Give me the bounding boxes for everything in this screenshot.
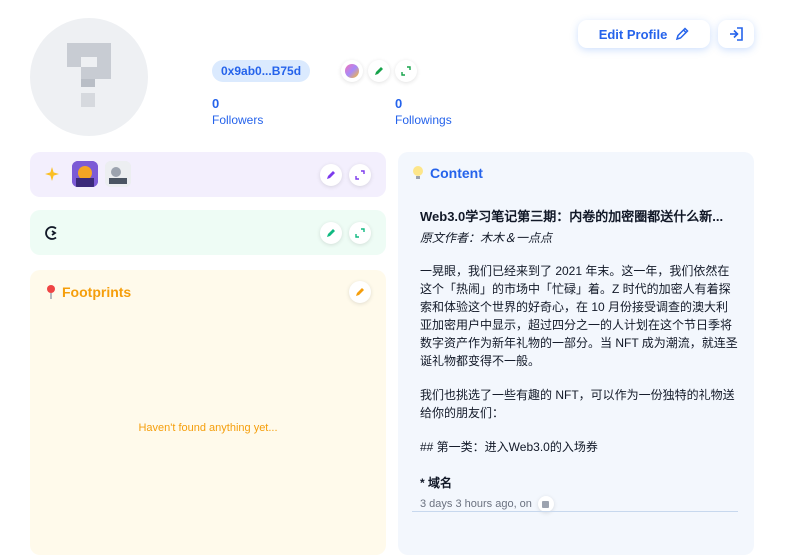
followings-count: 0 — [395, 96, 403, 111]
post-paragraph: 我们也挑选了一些有趣的 NFT，可以作为一份独特的礼物送给你的朋友们： — [420, 388, 735, 420]
expand-button[interactable] — [349, 164, 371, 186]
followings-stat[interactable]: 0 Followings — [395, 96, 452, 128]
edit-button[interactable] — [349, 281, 371, 303]
wallet-address[interactable]: 0x9ab0...B75d — [212, 60, 311, 82]
edit-icon — [327, 171, 335, 179]
edit-icon — [327, 229, 335, 237]
expand-icon — [355, 170, 365, 180]
pencil-icon — [676, 27, 689, 41]
nft-card — [30, 152, 386, 197]
nft-thumbnail[interactable] — [72, 161, 98, 187]
followers-count: 0 — [212, 96, 220, 111]
post-title[interactable]: Web3.0学习笔记第三期：内卷的加密圈都送什么新... — [420, 206, 738, 225]
content-card: Content Web3.0学习笔记第三期：内卷的加密圈都送什么新... 原文作… — [398, 152, 754, 555]
content-heading: Content — [412, 165, 483, 181]
edit-button[interactable] — [320, 222, 342, 244]
edit-icon — [356, 288, 364, 296]
platform-icon[interactable] — [537, 496, 554, 512]
crescent-logo-icon — [45, 226, 57, 240]
edit-button[interactable] — [320, 164, 342, 186]
post-author: 原文作者：木木＆一点点 — [420, 231, 553, 245]
edit-profile-button[interactable]: Edit Profile — [578, 20, 710, 48]
post-meta: 3 days 3 hours ago, on — [420, 496, 738, 512]
activity-card — [30, 210, 386, 255]
divider — [412, 511, 738, 512]
edit-icon[interactable] — [368, 60, 390, 82]
footprints-heading: Footprints — [44, 284, 131, 300]
footprints-empty-text: Haven't found anything yet... — [138, 422, 278, 434]
logout-button[interactable] — [718, 20, 754, 48]
nft-sparkle-icon — [45, 167, 59, 181]
pin-icon — [47, 285, 55, 299]
post-item[interactable]: Web3.0学习笔记第三期：内卷的加密圈都送什么新... 原文作者：木木＆一点点… — [420, 206, 738, 512]
avatar-placeholder-icon — [67, 43, 111, 107]
content-title: Content — [430, 165, 483, 181]
footprints-card: Footprints Haven't found anything yet... — [30, 270, 386, 555]
post-paragraph: 一晃眼，我们已经来到了 2021 年末。这一年，我们依然在这个「热闹」的市场中「… — [420, 264, 738, 368]
lightbulb-icon — [413, 166, 423, 179]
nft-thumbnail[interactable] — [105, 161, 131, 187]
rainbow-avatar-icon[interactable] — [341, 60, 363, 82]
edit-profile-label: Edit Profile — [598, 26, 668, 42]
expand-icon — [355, 228, 365, 238]
followers-label: Followers — [212, 113, 264, 127]
post-timestamp: 3 days 3 hours ago, on — [420, 498, 532, 510]
followers-stat[interactable]: 0 Followers — [212, 96, 263, 128]
post-paragraph: ## 第一类：进入Web3.0的入场券 — [420, 440, 598, 454]
expand-icon[interactable] — [395, 60, 417, 82]
post-subheading: * 域名 — [420, 476, 453, 490]
expand-button[interactable] — [349, 222, 371, 244]
platform-icons — [341, 60, 417, 82]
logout-icon — [730, 27, 743, 41]
followings-label: Followings — [395, 113, 452, 127]
avatar — [30, 18, 148, 136]
footprints-title: Footprints — [62, 284, 132, 300]
